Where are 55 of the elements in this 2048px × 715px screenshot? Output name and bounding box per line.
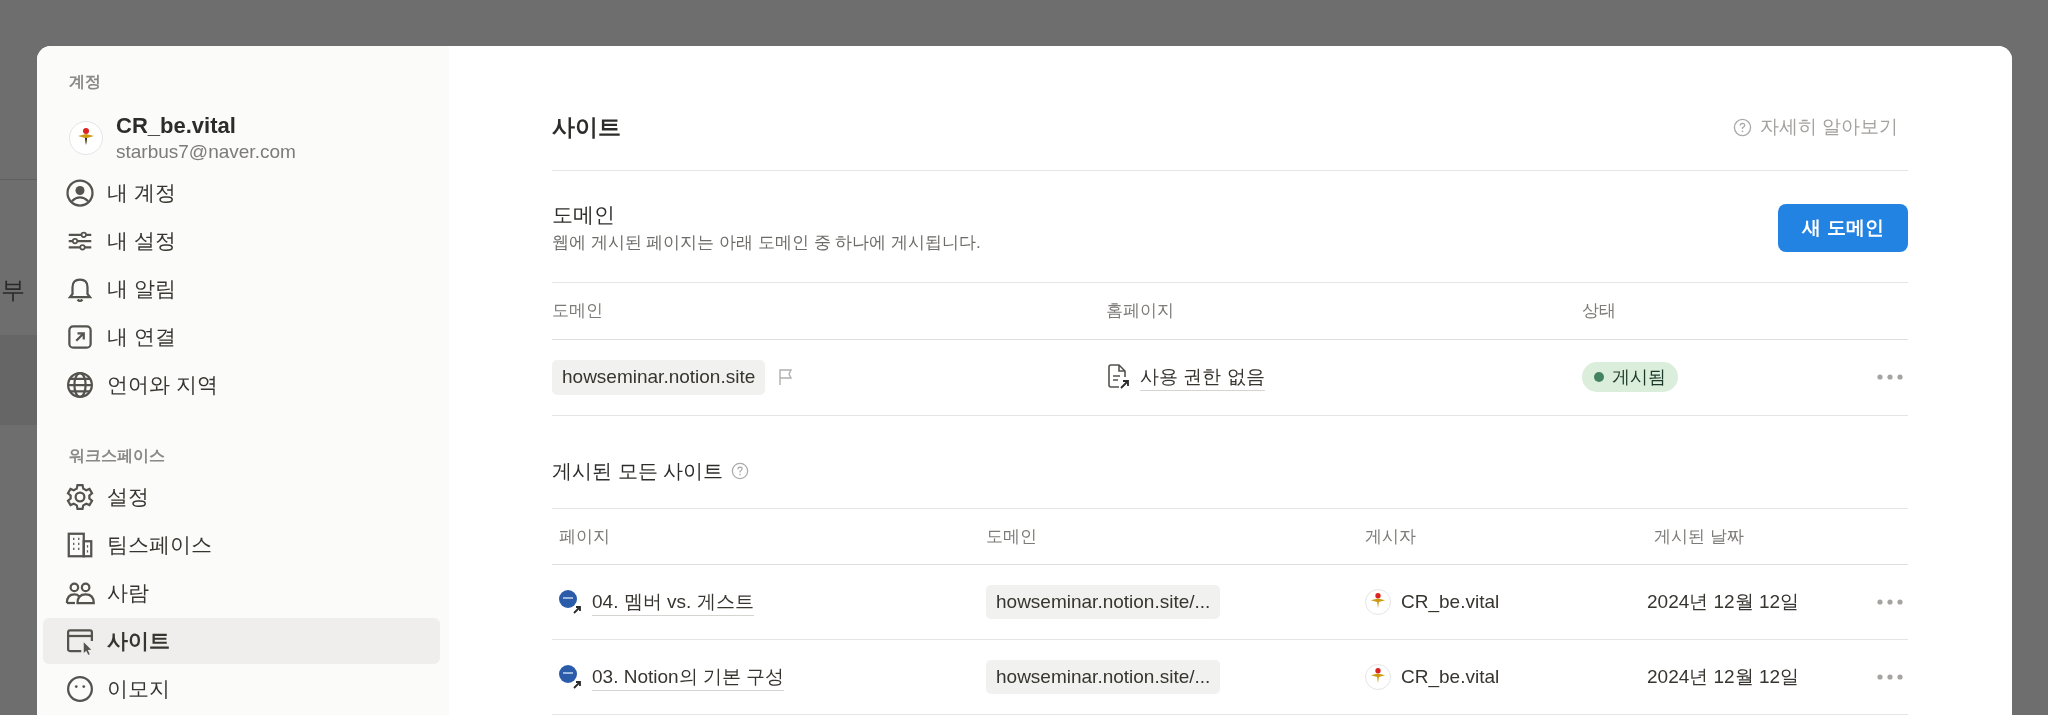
section-heading: 계정 bbox=[68, 72, 102, 92]
column-header: 게시된 날짜 bbox=[1653, 525, 1745, 548]
homepage-link[interactable]: 사용 권한 없음 bbox=[1140, 363, 1265, 391]
column-header: 도메인 bbox=[552, 300, 604, 323]
smiley-icon bbox=[65, 674, 95, 704]
background-text: 부 bbox=[1, 275, 25, 305]
ellipsis-icon bbox=[1876, 373, 1904, 382]
help-icon bbox=[1732, 117, 1752, 137]
help-icon bbox=[731, 461, 750, 480]
section-description: 웹에 게시된 페이지는 아래 도메인 중 하나에 게시됩니다. bbox=[552, 232, 981, 255]
building-icon bbox=[65, 530, 95, 560]
column-header: 홈페이지 bbox=[1106, 300, 1175, 323]
avatar-icon bbox=[69, 121, 103, 155]
avatar-icon bbox=[1365, 664, 1391, 690]
published-date: 2024년 12월 12일 bbox=[1647, 589, 1801, 614]
arrow-square-icon bbox=[65, 322, 95, 352]
section-title: 도메인 bbox=[552, 202, 616, 229]
page-link-icon bbox=[558, 589, 584, 615]
column-header: 게시자 bbox=[1365, 525, 1417, 548]
gear-icon bbox=[65, 482, 95, 512]
ellipsis-icon bbox=[1876, 598, 1904, 606]
sidebar-item[interactable]: 언어와 지역 bbox=[43, 362, 440, 408]
page-title: 사이트 bbox=[552, 112, 621, 142]
sidebar-item[interactable]: 사람 bbox=[43, 570, 440, 616]
column-header: 도메인 bbox=[986, 525, 1038, 548]
sidebar-item[interactable]: 팀스페이스 bbox=[43, 522, 440, 568]
sidebar-item[interactable]: 내 계정 bbox=[43, 170, 440, 216]
page-link-icon bbox=[558, 664, 584, 690]
column-header: 상태 bbox=[1582, 300, 1617, 323]
section-title: 게시된 모든 사이트 bbox=[552, 458, 724, 484]
domain-tag: howseminar.notion.site/... bbox=[986, 584, 1221, 620]
sidebar-item[interactable]: 내 연결 bbox=[43, 314, 440, 360]
domain-tag: howseminar.notion.site/... bbox=[986, 659, 1221, 695]
user-name: CR_be.vital bbox=[116, 112, 237, 140]
publisher-name: CR_be.vital bbox=[1401, 664, 1500, 690]
page-link[interactable]: 03. Notion의 기본 구성 bbox=[592, 663, 785, 691]
globe-icon bbox=[65, 370, 95, 400]
publisher-name: CR_be.vital bbox=[1401, 589, 1500, 615]
published-date: 2024년 12월 12일 bbox=[1647, 664, 1801, 689]
new-domain-button[interactable]: 새 도메인 bbox=[1778, 204, 1908, 253]
sidebar-item[interactable]: 내 알림 bbox=[43, 266, 440, 312]
status-badge: 게시됨 bbox=[1582, 362, 1678, 393]
domain-tag: howseminar.notion.site bbox=[552, 360, 766, 395]
browser-cursor-icon bbox=[65, 626, 95, 656]
sidebar-item[interactable]: 이모지 bbox=[43, 666, 440, 712]
page-link[interactable]: 04. 멤버 vs. 게스트 bbox=[592, 588, 754, 616]
ellipsis-icon bbox=[1876, 673, 1904, 681]
column-header: 페이지 bbox=[558, 525, 611, 548]
section-heading: 워크스페이스 bbox=[68, 446, 166, 466]
sidebar-item[interactable]: 사이트 bbox=[43, 618, 440, 664]
sidebar-item[interactable]: 설정 bbox=[43, 474, 440, 520]
avatar-icon bbox=[1365, 589, 1391, 615]
sidebar-item[interactable]: 내 설정 bbox=[43, 218, 440, 264]
user-email: starbus7@naver.com bbox=[116, 140, 296, 164]
person-circle-icon bbox=[65, 178, 95, 208]
